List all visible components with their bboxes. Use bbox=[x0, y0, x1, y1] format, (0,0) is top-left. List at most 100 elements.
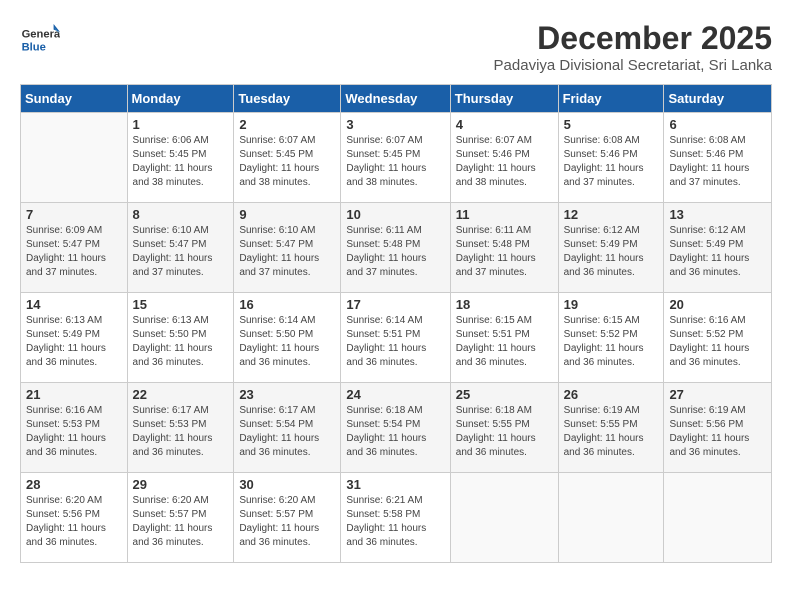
day-number: 8 bbox=[133, 207, 229, 222]
day-info: Sunrise: 6:06 AMSunset: 5:45 PMDaylight:… bbox=[133, 134, 229, 190]
day-info: Sunrise: 6:20 AMSunset: 5:57 PMDaylight:… bbox=[239, 494, 335, 550]
day-info: Sunrise: 6:11 AMSunset: 5:48 PMDaylight:… bbox=[346, 224, 444, 280]
calendar-day-cell: 14Sunrise: 6:13 AMSunset: 5:49 PMDayligh… bbox=[21, 293, 128, 383]
day-number: 26 bbox=[564, 387, 659, 402]
calendar-day-cell: 5 Sunrise: 6:08 AMSunset: 5:46 PMDaylight… bbox=[558, 113, 664, 203]
calendar-day-cell: 10 Sunrise: 6:11 AMSunset: 5:48 PMDayligh… bbox=[341, 203, 450, 293]
day-info: Sunrise: 6:12 AMSunset: 5:49 PMDaylight:… bbox=[564, 224, 659, 280]
day-number: 5 bbox=[564, 117, 659, 132]
day-info: Sunrise: 6:18 AMSunset: 5:55 PMDaylight:… bbox=[456, 404, 553, 460]
calendar-day-cell bbox=[664, 473, 772, 563]
calendar-day-cell: 12 Sunrise: 6:12 AMSunset: 5:49 PMDayligh… bbox=[558, 203, 664, 293]
day-number: 17 bbox=[346, 297, 444, 312]
calendar-day-cell: 7 Sunrise: 6:09 AMSunset: 5:47 PMDaylight… bbox=[21, 203, 128, 293]
day-info: Sunrise: 6:16 AMSunset: 5:52 PMDaylight:… bbox=[669, 314, 766, 370]
day-number: 4 bbox=[456, 117, 553, 132]
day-info: Sunrise: 6:07 AMSunset: 5:45 PMDaylight:… bbox=[346, 134, 444, 190]
calendar-day-cell: 29 Sunrise: 6:20 AMSunset: 5:57 PMDayligh… bbox=[127, 473, 234, 563]
calendar-day-cell: 17 Sunrise: 6:14 AMSunset: 5:51 PMDayligh… bbox=[341, 293, 450, 383]
day-info: Sunrise: 6:07 AMSunset: 5:45 PMDaylight:… bbox=[239, 134, 335, 190]
day-info: Sunrise: 6:14 AMSunset: 5:51 PMDaylight:… bbox=[346, 314, 444, 370]
day-info: Sunrise: 6:15 AMSunset: 5:52 PMDaylight:… bbox=[564, 314, 659, 370]
calendar-week-row: 21 Sunrise: 6:16 AMSunset: 5:53 PMDayligh… bbox=[21, 383, 772, 473]
title-section: December 2025 Padaviya Divisional Secret… bbox=[494, 20, 772, 74]
day-number: 15 bbox=[133, 297, 229, 312]
calendar-subtitle: Padaviya Divisional Secretariat, Sri Lan… bbox=[494, 57, 772, 74]
calendar-day-cell: 28 Sunrise: 6:20 AMSunset: 5:56 PMDayligh… bbox=[21, 473, 128, 563]
day-info: Sunrise: 6:18 AMSunset: 5:54 PMDaylight:… bbox=[346, 404, 444, 460]
day-number: 28 bbox=[26, 477, 122, 492]
weekday-header: Thursday bbox=[450, 85, 558, 113]
day-info: Sunrise: 6:13 AMSunset: 5:49 PMDaylight:… bbox=[26, 314, 122, 370]
day-number: 1 bbox=[133, 117, 229, 132]
logo-icon: General Blue bbox=[20, 20, 60, 60]
day-number: 10 bbox=[346, 207, 444, 222]
calendar-week-row: 1 Sunrise: 6:06 AMSunset: 5:45 PMDaylight… bbox=[21, 113, 772, 203]
calendar-day-cell: 3Sunrise: 6:07 AMSunset: 5:45 PMDaylight… bbox=[341, 113, 450, 203]
calendar-day-cell: 16Sunrise: 6:14 AMSunset: 5:50 PMDayligh… bbox=[234, 293, 341, 383]
calendar-day-cell: 6Sunrise: 6:08 AMSunset: 5:46 PMDaylight… bbox=[664, 113, 772, 203]
svg-text:General: General bbox=[22, 29, 60, 41]
day-info: Sunrise: 6:07 AMSunset: 5:46 PMDaylight:… bbox=[456, 134, 553, 190]
day-info: Sunrise: 6:09 AMSunset: 5:47 PMDaylight:… bbox=[26, 224, 122, 280]
day-info: Sunrise: 6:10 AMSunset: 5:47 PMDaylight:… bbox=[239, 224, 335, 280]
day-number: 18 bbox=[456, 297, 553, 312]
calendar-day-cell: 26Sunrise: 6:19 AMSunset: 5:55 PMDayligh… bbox=[558, 383, 664, 473]
calendar-day-cell: 30Sunrise: 6:20 AMSunset: 5:57 PMDayligh… bbox=[234, 473, 341, 563]
day-number: 29 bbox=[133, 477, 229, 492]
day-number: 13 bbox=[669, 207, 766, 222]
day-info: Sunrise: 6:12 AMSunset: 5:49 PMDaylight:… bbox=[669, 224, 766, 280]
calendar-day-cell: 11Sunrise: 6:11 AMSunset: 5:48 PMDayligh… bbox=[450, 203, 558, 293]
weekday-header: Tuesday bbox=[234, 85, 341, 113]
day-info: Sunrise: 6:16 AMSunset: 5:53 PMDaylight:… bbox=[26, 404, 122, 460]
day-info: Sunrise: 6:21 AMSunset: 5:58 PMDaylight:… bbox=[346, 494, 444, 550]
page-header: General Blue December 2025 Padaviya Divi… bbox=[20, 20, 772, 74]
calendar-day-cell: 19Sunrise: 6:15 AMSunset: 5:52 PMDayligh… bbox=[558, 293, 664, 383]
weekday-header: Wednesday bbox=[341, 85, 450, 113]
month-title: December 2025 bbox=[494, 20, 772, 57]
day-number: 11 bbox=[456, 207, 553, 222]
day-number: 31 bbox=[346, 477, 444, 492]
calendar-header-row: SundayMondayTuesdayWednesdayThursdayFrid… bbox=[21, 85, 772, 113]
day-number: 27 bbox=[669, 387, 766, 402]
day-number: 6 bbox=[669, 117, 766, 132]
weekday-header: Sunday bbox=[21, 85, 128, 113]
calendar-day-cell: 27Sunrise: 6:19 AMSunset: 5:56 PMDayligh… bbox=[664, 383, 772, 473]
day-number: 2 bbox=[239, 117, 335, 132]
day-number: 24 bbox=[346, 387, 444, 402]
calendar-day-cell: 13 Sunrise: 6:12 AMSunset: 5:49 PMDayligh… bbox=[664, 203, 772, 293]
svg-text:Blue: Blue bbox=[22, 41, 46, 53]
day-info: Sunrise: 6:17 AMSunset: 5:53 PMDaylight:… bbox=[133, 404, 229, 460]
logo: General Blue bbox=[20, 20, 64, 60]
calendar-day-cell: 21 Sunrise: 6:16 AMSunset: 5:53 PMDayligh… bbox=[21, 383, 128, 473]
calendar-day-cell bbox=[558, 473, 664, 563]
calendar-table: SundayMondayTuesdayWednesdayThursdayFrid… bbox=[20, 84, 772, 563]
day-number: 22 bbox=[133, 387, 229, 402]
day-number: 25 bbox=[456, 387, 553, 402]
day-info: Sunrise: 6:20 AMSunset: 5:57 PMDaylight:… bbox=[133, 494, 229, 550]
day-number: 16 bbox=[239, 297, 335, 312]
calendar-day-cell: 15Sunrise: 6:13 AMSunset: 5:50 PMDayligh… bbox=[127, 293, 234, 383]
calendar-day-cell: 2 Sunrise: 6:07 AMSunset: 5:45 PMDaylight… bbox=[234, 113, 341, 203]
day-number: 20 bbox=[669, 297, 766, 312]
calendar-day-cell: 22 Sunrise: 6:17 AMSunset: 5:53 PMDayligh… bbox=[127, 383, 234, 473]
day-info: Sunrise: 6:20 AMSunset: 5:56 PMDaylight:… bbox=[26, 494, 122, 550]
day-number: 7 bbox=[26, 207, 122, 222]
weekday-header: Saturday bbox=[664, 85, 772, 113]
calendar-day-cell: 31 Sunrise: 6:21 AMSunset: 5:58 PMDayligh… bbox=[341, 473, 450, 563]
calendar-day-cell: 24 Sunrise: 6:18 AMSunset: 5:54 PMDayligh… bbox=[341, 383, 450, 473]
calendar-week-row: 7 Sunrise: 6:09 AMSunset: 5:47 PMDaylight… bbox=[21, 203, 772, 293]
weekday-header: Monday bbox=[127, 85, 234, 113]
day-info: Sunrise: 6:08 AMSunset: 5:46 PMDaylight:… bbox=[564, 134, 659, 190]
calendar-day-cell: 25 Sunrise: 6:18 AMSunset: 5:55 PMDayligh… bbox=[450, 383, 558, 473]
calendar-day-cell: 8 Sunrise: 6:10 AMSunset: 5:47 PMDaylight… bbox=[127, 203, 234, 293]
day-number: 21 bbox=[26, 387, 122, 402]
calendar-day-cell: 20 Sunrise: 6:16 AMSunset: 5:52 PMDayligh… bbox=[664, 293, 772, 383]
calendar-day-cell: 23 Sunrise: 6:17 AMSunset: 5:54 PMDayligh… bbox=[234, 383, 341, 473]
day-number: 23 bbox=[239, 387, 335, 402]
calendar-day-cell: 4 Sunrise: 6:07 AMSunset: 5:46 PMDaylight… bbox=[450, 113, 558, 203]
day-info: Sunrise: 6:17 AMSunset: 5:54 PMDaylight:… bbox=[239, 404, 335, 460]
calendar-week-row: 14Sunrise: 6:13 AMSunset: 5:49 PMDayligh… bbox=[21, 293, 772, 383]
day-number: 12 bbox=[564, 207, 659, 222]
day-info: Sunrise: 6:10 AMSunset: 5:47 PMDaylight:… bbox=[133, 224, 229, 280]
